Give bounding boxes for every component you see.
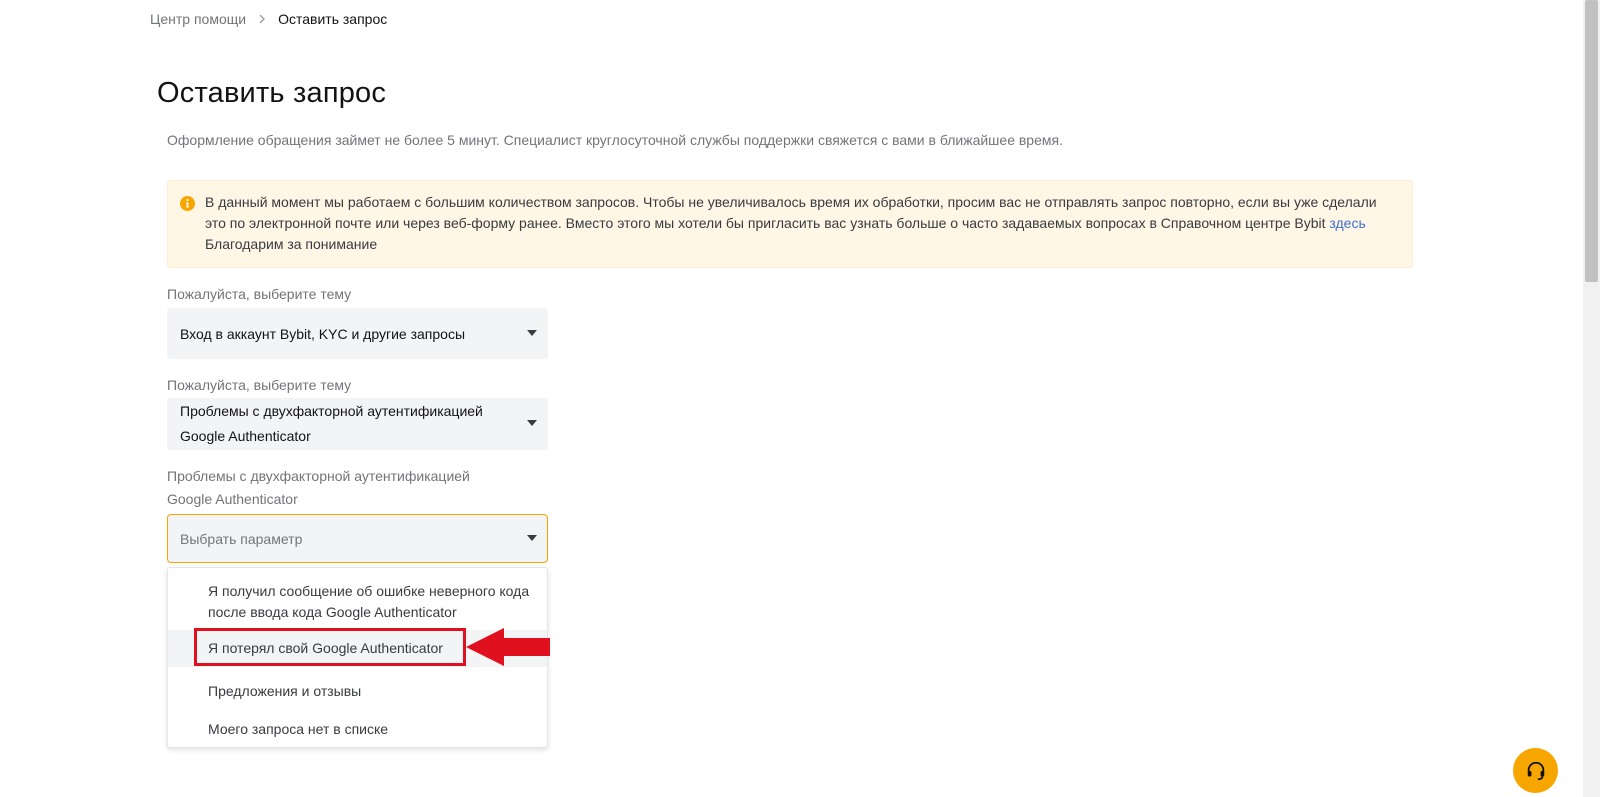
topic2-value-line1: Проблемы с двухфакторной аутентификацией xyxy=(180,403,483,419)
dropdown-option-lost-authenticator[interactable]: Я потерял свой Google Authenticator xyxy=(168,630,547,667)
info-icon xyxy=(180,196,195,211)
caret-down-icon xyxy=(527,534,537,541)
notice-banner: В данный момент мы работаем с большим ко… xyxy=(167,180,1413,268)
breadcrumb: Центр помощи Оставить запрос xyxy=(150,10,387,28)
dropdown-option-error-code[interactable]: Я получил сообщение об ошибке неверного … xyxy=(168,581,547,623)
caret-down-icon xyxy=(527,420,537,426)
page-scrollbar[interactable] xyxy=(1583,0,1600,797)
scrollbar-thumb[interactable] xyxy=(1585,0,1598,282)
topic2-value: Проблемы с двухфакторной аутентификацией… xyxy=(180,399,483,449)
notice-thanks: Благодарим за понимание xyxy=(205,236,378,252)
breadcrumb-current: Оставить запрос xyxy=(278,11,388,27)
support-chat-button[interactable] xyxy=(1513,748,1558,793)
topic2-select[interactable]: Проблемы с двухфакторной аутентификацией… xyxy=(167,398,548,450)
notice-help-link[interactable]: здесь xyxy=(1329,215,1365,231)
topic1-select[interactable]: Вход в аккаунт Bybit, KYC и другие запро… xyxy=(167,308,548,359)
page-subtitle: Оформление обращения займет не более 5 м… xyxy=(167,132,1063,148)
chevron-right-icon xyxy=(259,14,266,24)
topic3-placeholder: Выбрать параметр xyxy=(180,530,303,547)
page-title: Оставить запрос xyxy=(157,77,387,109)
option-text: после ввода кода Google Authenticator xyxy=(208,604,457,620)
topic2-label: Пожалуйста, выберите тему xyxy=(167,377,352,393)
option-text: Моего запроса нет в списке xyxy=(208,721,389,737)
option-text: Предложения и отзывы xyxy=(208,683,362,699)
dropdown-option-not-listed[interactable]: Моего запроса нет в списке xyxy=(168,716,547,742)
topic3-select[interactable]: Выбрать параметр xyxy=(167,514,548,563)
topic3-dropdown-menu: Я получил сообщение об ошибке неверного … xyxy=(167,567,548,748)
topic1-label: Пожалуйста, выберите тему xyxy=(167,286,352,302)
topic3-label: Проблемы с двухфакторной аутентификацией… xyxy=(167,465,470,511)
headset-icon xyxy=(1527,761,1544,780)
option-text: Я получил сообщение об ошибке неверного … xyxy=(208,583,530,599)
topic3-label-line2: Google Authenticator xyxy=(167,491,298,507)
notice-text: В данный момент мы работаем с большим ко… xyxy=(205,194,1377,231)
caret-down-icon xyxy=(527,329,537,336)
topic1-value: Вход в аккаунт Bybit, KYC и другие запро… xyxy=(180,325,466,342)
topic3-label-line1: Проблемы с двухфакторной аутентификацией xyxy=(167,468,470,484)
dropdown-option-feedback[interactable]: Предложения и отзывы xyxy=(168,678,547,704)
option-text: Я потерял свой Google Authenticator xyxy=(208,640,443,656)
breadcrumb-home-link[interactable]: Центр помощи xyxy=(150,11,246,27)
topic2-value-line2: Google Authenticator xyxy=(180,428,311,444)
